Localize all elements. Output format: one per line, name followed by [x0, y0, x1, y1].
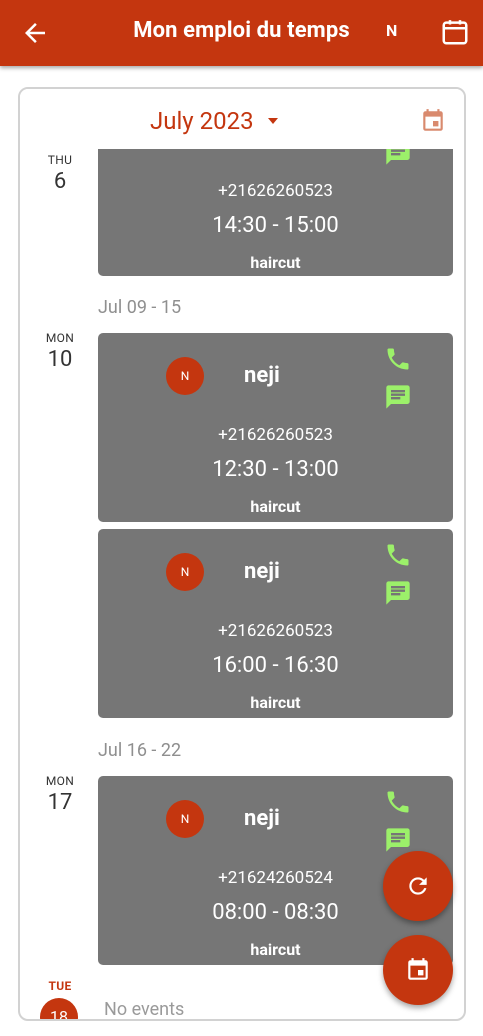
today-indicator: 18	[40, 998, 78, 1019]
day-of-week: TUE	[48, 979, 72, 993]
service-name: haircut	[250, 693, 301, 712]
service-name: haircut	[250, 253, 301, 272]
message-icon[interactable]	[384, 826, 412, 854]
event-icon[interactable]	[420, 108, 446, 134]
service-name: haircut	[250, 497, 301, 516]
day-number: 18	[50, 1007, 68, 1019]
message-icon[interactable]	[384, 579, 412, 607]
refresh-button[interactable]	[383, 851, 453, 921]
appointment-time: 12:30 - 13:00	[212, 457, 339, 482]
week-range-label: Jul 09 - 15	[98, 297, 182, 318]
appointment-time: 16:00 - 16:30	[212, 653, 339, 678]
day-of-week: THU	[47, 153, 73, 167]
today-button[interactable]	[383, 935, 453, 1005]
day-label-today: TUE	[28, 979, 92, 993]
month-selector[interactable]: July 2023	[150, 107, 254, 135]
chevron-down-icon[interactable]	[268, 118, 278, 124]
client-avatar: N	[166, 800, 204, 838]
month-header: July 2023	[20, 89, 464, 149]
week-range-label: Jul 16 - 22	[98, 740, 182, 761]
appointment-card[interactable]: +21626260523 14:30 - 15:00 haircut	[98, 147, 453, 276]
client-phone: +21626260523	[218, 621, 333, 641]
calendar-icon[interactable]	[440, 17, 470, 47]
day-of-week: MON	[45, 774, 75, 788]
day-number: 6	[53, 169, 67, 194]
client-name: neji	[244, 363, 280, 388]
calendar-today-icon	[408, 958, 428, 980]
phone-icon[interactable]	[384, 788, 412, 816]
day-number: 17	[47, 790, 73, 815]
client-avatar: N	[166, 357, 204, 395]
no-events-label: No events	[104, 999, 185, 1019]
app-bar: Mon emploi du temps N	[0, 0, 483, 66]
client-name: neji	[244, 559, 280, 584]
day-label: THU 6	[28, 153, 92, 194]
client-name: neji	[244, 806, 280, 831]
day-of-week: MON	[45, 331, 75, 345]
client-avatar: N	[166, 553, 204, 591]
page-title: Mon emploi du temps	[133, 18, 350, 43]
day-number: 10	[47, 347, 73, 372]
refresh-icon	[409, 877, 427, 895]
appointment-card[interactable]: N neji +21626260523 12:30 - 13:00 haircu…	[98, 333, 453, 522]
client-phone: +21626260523	[218, 181, 333, 201]
day-label: MON 17	[28, 774, 92, 815]
user-initial[interactable]: N	[386, 21, 397, 40]
day-label: MON 10	[28, 331, 92, 372]
appointment-card[interactable]: N neji +21626260523 16:00 - 16:30 haircu…	[98, 529, 453, 718]
phone-icon[interactable]	[384, 541, 412, 569]
message-icon[interactable]	[384, 147, 412, 167]
appointment-time: 14:30 - 15:00	[212, 213, 339, 238]
message-icon[interactable]	[384, 383, 412, 411]
client-phone: +21626260523	[218, 425, 333, 445]
phone-icon[interactable]	[384, 345, 412, 373]
